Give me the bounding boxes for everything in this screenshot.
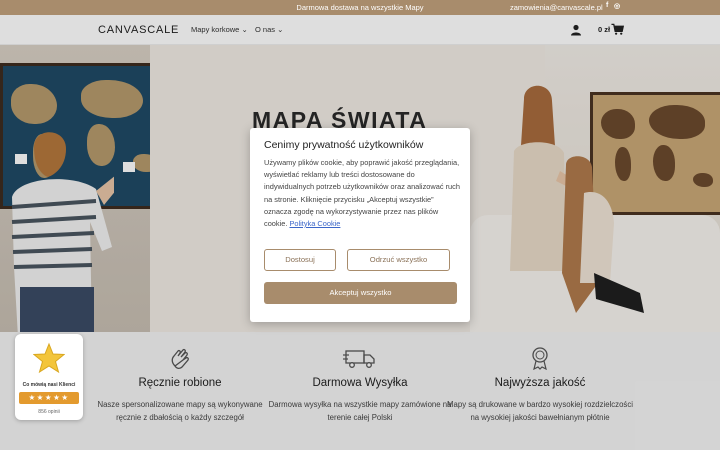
customize-button[interactable]: Dostosuj bbox=[264, 249, 336, 271]
reject-all-button[interactable]: Odrzuć wszystko bbox=[347, 249, 450, 271]
rating-stars: ★★★★★ bbox=[19, 392, 79, 404]
star-badge-icon bbox=[33, 342, 65, 374]
cookie-policy-link[interactable]: Polityka Cookie bbox=[289, 219, 340, 228]
contact-email-link[interactable]: zamowienia@canvascale.pl bbox=[510, 3, 603, 12]
cookie-dialog-title: Cenimy prywatność użytkowników bbox=[264, 139, 424, 151]
free-shipping-promo: Darmowa dostawa na wszystkie Mapy bbox=[296, 3, 424, 12]
reviews-count: 856 opinii bbox=[38, 409, 60, 415]
top-announcement-bar: Darmowa dostawa na wszystkie Mapy zamowi… bbox=[0, 0, 720, 15]
reviews-widget[interactable]: Co mówią nasi Klienci ★★★★★ 856 opinii bbox=[15, 334, 83, 420]
facebook-icon[interactable]: f bbox=[606, 2, 608, 9]
instagram-icon[interactable]: ◎ bbox=[614, 2, 620, 10]
reviews-title: Co mówią nasi Klienci bbox=[22, 382, 76, 388]
cookie-consent-dialog: Cenimy prywatność użytkowników Używamy p… bbox=[250, 128, 470, 322]
accept-all-button[interactable]: Akceptuj wszystko bbox=[264, 282, 457, 304]
cookie-dialog-text: Używamy plików cookie, aby poprawić jako… bbox=[264, 157, 460, 230]
cookie-description: Używamy plików cookie, aby poprawić jako… bbox=[264, 158, 460, 229]
